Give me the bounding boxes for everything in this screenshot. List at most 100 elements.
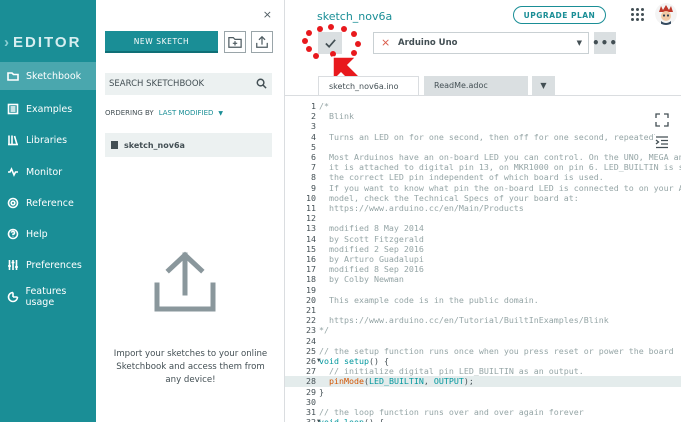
apps-grid-icon[interactable] <box>631 8 644 21</box>
line-number: 15 <box>306 243 316 254</box>
sketch-name: sketch_nov6a <box>124 140 185 150</box>
line-number: 23 <box>306 325 316 336</box>
sketch-list-item[interactable]: sketch_nov6a <box>105 133 272 157</box>
code-line: 3 <box>285 121 681 131</box>
line-number: 26 <box>306 356 316 366</box>
line-number: 1 <box>311 101 316 111</box>
line-number: 8 <box>311 172 316 183</box>
code-text: // the loop function runs over and over … <box>319 407 584 417</box>
code-line: 25// the setup function runs once when y… <box>285 346 681 356</box>
code-text: pinMode(LED_BUILTIN, OUTPUT); <box>329 376 474 387</box>
sidebar-item-label: Help <box>26 228 48 240</box>
sidebar-item-libraries[interactable]: Libraries <box>0 126 96 154</box>
ordering-dropdown[interactable]: LAST MODIFIED <box>159 109 214 117</box>
code-line: 30 <box>285 397 681 407</box>
sidebar-item-label: Sketchbook <box>26 70 82 82</box>
monitor-icon <box>4 166 22 178</box>
avatar[interactable] <box>655 3 677 25</box>
line-number: 14 <box>306 233 316 244</box>
line-number: 28 <box>306 376 316 387</box>
annotation-dot <box>306 30 312 36</box>
verify-button[interactable] <box>318 32 342 54</box>
code-line: 10 model, check the Technical Specs of y… <box>285 193 681 203</box>
sidebar-item-label: Monitor <box>26 166 63 178</box>
ordering-label: ORDERING BY <box>105 109 154 117</box>
line-number: 29 <box>306 386 316 397</box>
code-text: void loop() { <box>319 417 384 422</box>
sidebar-item-label: Reference <box>26 197 74 209</box>
sidebar-item-monitor[interactable]: Monitor <box>0 158 96 186</box>
code-text: If you want to know what pin the on-boar… <box>319 182 681 193</box>
code-text: modified 2 Sep 2016 <box>319 243 424 254</box>
chevron-down-icon: ▼ <box>576 39 582 47</box>
line-number: 12 <box>306 213 316 224</box>
sidebar-item-label: Libraries <box>26 134 68 146</box>
editor-logo: › EDITOR <box>4 34 82 51</box>
code-line: 17 modified 8 Sep 2016 <box>285 264 681 274</box>
file-icon <box>111 141 118 149</box>
sidebar-item-sketchbook[interactable]: Sketchbook <box>0 62 96 90</box>
annotation-dot <box>351 31 357 37</box>
line-number: 7 <box>311 162 316 173</box>
sidebar-item-help[interactable]: Help <box>0 220 96 248</box>
expand-icon[interactable] <box>655 112 669 127</box>
line-number: 16 <box>306 254 316 264</box>
checkmark-icon <box>324 38 336 48</box>
new-folder-button[interactable] <box>224 31 246 53</box>
board-selector[interactable]: ⨯ Arduino Uno ▼ <box>373 32 589 54</box>
annotation-dot <box>306 46 312 52</box>
more-options-button[interactable]: ••• <box>592 32 617 54</box>
tab-readme[interactable]: ReadMe.adoc <box>424 76 528 95</box>
new-sketch-button[interactable]: NEW SKETCH <box>105 31 218 53</box>
disconnected-icon: ⨯ <box>381 36 391 49</box>
code-line: 28 pinMode(LED_BUILTIN, OUTPUT); <box>285 376 681 387</box>
code-text: it is attached to digital pin 13, on MKR… <box>319 162 681 173</box>
annotation-dot <box>355 41 361 47</box>
line-number: 4 <box>311 131 316 142</box>
sketch-title[interactable]: sketch_nov6a <box>317 10 392 23</box>
board-name: Arduino Uno <box>398 38 458 48</box>
line-number: 2 <box>311 111 316 122</box>
sketchbook-panel: × NEW SKETCH SEARCH SKETCHBOOK ORDERING … <box>96 0 285 422</box>
line-number: 25 <box>306 345 316 356</box>
sidebar-item-reference[interactable]: Reference <box>0 189 96 217</box>
code-line: 2 Blink <box>285 111 681 121</box>
sidebar-item-features-usage[interactable]: Features usage <box>0 283 96 311</box>
ordering-control: ORDERING BY LAST MODIFIED ▼ <box>105 109 223 117</box>
sidebar-item-examples[interactable]: Examples <box>0 95 96 123</box>
indent-icon[interactable] <box>655 134 669 149</box>
code-line: 7 it is attached to digital pin 13, on M… <box>285 162 681 172</box>
annotation-dot <box>317 26 323 32</box>
code-text: Turns an LED on for one second, then off… <box>319 131 669 142</box>
tabs-menu-button[interactable]: ▼ <box>532 76 555 95</box>
code-text: modified 8 May 2014 <box>319 223 424 234</box>
code-text: /* <box>319 101 329 111</box>
code-text: Blink <box>319 111 354 122</box>
line-number: 5 <box>311 141 316 152</box>
code-text: Most Arduinos have an on-board LED you c… <box>319 152 681 162</box>
annotation-dot <box>328 24 334 30</box>
search-sketchbook-input[interactable]: SEARCH SKETCHBOOK <box>105 73 272 95</box>
code-text: model, check the Technical Specs of your… <box>319 192 579 203</box>
import-sketch-button[interactable] <box>251 31 273 53</box>
line-number: 17 <box>306 264 316 275</box>
code-line: 21 <box>285 305 681 315</box>
book-icon <box>4 103 22 115</box>
code-line: 8 the correct LED pin independent of whi… <box>285 172 681 182</box>
code-line: 31// the loop function runs over and ove… <box>285 407 681 417</box>
sliders-icon <box>4 259 22 271</box>
code-text: // the setup function runs once when you… <box>319 345 674 356</box>
code-line: 14 by Scott Fitzgerald <box>285 234 681 244</box>
line-number: 24 <box>306 335 316 346</box>
sidebar-item-preferences[interactable]: Preferences <box>0 251 96 279</box>
close-panel-button[interactable]: × <box>263 8 272 21</box>
search-icon <box>256 78 267 92</box>
line-number: 9 <box>311 182 316 193</box>
search-placeholder: SEARCH SKETCHBOOK <box>109 79 205 89</box>
tab-sketch-ino[interactable]: sketch_nov6a.ino <box>318 76 419 95</box>
code-editor[interactable]: 1/* 2 Blink 3 4 Turns an LED on for one sec… <box>285 95 681 422</box>
import-message: Import your sketches to your online Sket… <box>113 349 268 385</box>
upgrade-plan-button[interactable]: UPGRADE PLAN <box>513 6 606 24</box>
line-number: 22 <box>306 315 316 326</box>
annotation-dot <box>341 26 347 32</box>
